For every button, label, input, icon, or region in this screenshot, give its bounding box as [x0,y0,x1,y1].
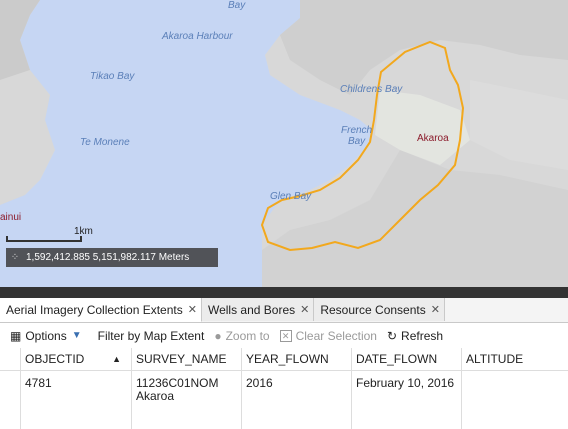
table-row[interactable]: 4781 11236C01NOM Akaroa 2016 February 10… [0,371,568,429]
row-selector-header [0,348,20,370]
attribute-tabs: Aerial Imagery Collection Extents ✕ Well… [0,298,568,323]
refresh-icon: ↻ [386,328,398,343]
options-label: Options [25,328,67,343]
close-icon[interactable]: ✕ [300,303,309,316]
map-label-tikao-bay: Tikao Bay [90,71,135,82]
tab-label: Resource Consents [320,302,426,317]
location-pin-icon: ● [214,328,222,343]
options-menu-button[interactable]: ▦ Options ▼ [10,329,82,343]
cell-survey-name: 11236C01NOM Akaroa [131,371,241,429]
cell-altitude [461,371,568,429]
zoom-to-button[interactable]: ● Zoom to [214,329,269,343]
close-icon[interactable]: ✕ [188,303,197,316]
tab-aerial-imagery[interactable]: Aerial Imagery Collection Extents ✕ [0,298,202,322]
map-label-akaroa-town: Akaroa [417,133,449,144]
tab-resource-consents[interactable]: Resource Consents ✕ [314,298,445,321]
column-header-altitude[interactable]: ALTITUDE [461,348,568,370]
refresh-button[interactable]: ↻ Refresh [387,329,443,343]
column-header-objectid[interactable]: OBJECTID ▲ [20,348,131,370]
map-label-bay: Bay [228,0,246,11]
map-label-wainui: ainui [0,212,22,223]
coordinate-readout: ⁘ 1,592,412.885 5,151,982.117 Meters [6,248,218,267]
cell-year-flown: 2016 [241,371,351,429]
clear-icon: ✕ [279,329,292,342]
filter-label: Filter by Map Extent [97,328,205,343]
tab-label: Wells and Bores [207,302,296,317]
cell-objectid: 4781 [20,371,131,429]
refresh-label: Refresh [401,328,444,343]
map-label-french-bay: French Bay [341,125,373,147]
clear-label: Clear Selection [295,328,377,343]
map-label-glen-bay: Glen Bay [270,191,312,202]
row-selector[interactable] [0,371,20,429]
scale-bar: 1km [6,226,93,244]
zoom-label: Zoom to [225,328,270,343]
map-view[interactable]: Bay Akaroa Harbour Tikao Bay Te Monene C… [0,0,568,287]
tab-label: Aerial Imagery Collection Extents [6,302,183,317]
chevron-down-icon: ▼ [71,330,82,341]
survey-name-line-2: Akaroa [136,389,175,403]
cell-date-flown: February 10, 2016 [351,371,461,429]
sort-ascending-icon: ▲ [112,354,121,364]
table-header: OBJECTID ▲ SURVEY_NAME YEAR_FLOWN DATE_F… [0,348,568,371]
tab-wells-and-bores[interactable]: Wells and Bores ✕ [201,298,315,321]
column-header-year-flown[interactable]: YEAR_FLOWN [241,348,351,370]
crosshair-icon[interactable]: ⁘ [6,248,24,267]
scale-bar-label: 1km [74,226,93,237]
column-header-date-flown[interactable]: DATE_FLOWN [351,348,461,370]
map-label-childrens-bay: Childrens Bay [340,84,403,95]
map-label-te-monene: Te Monene [80,137,130,148]
panel-splitter[interactable] [0,287,568,298]
coordinate-value: 1,592,412.885 5,151,982.117 Meters [26,252,190,263]
attribute-table: OBJECTID ▲ SURVEY_NAME YEAR_FLOWN DATE_F… [0,348,568,429]
column-label: OBJECTID [25,352,85,366]
clear-selection-button[interactable]: ✕ Clear Selection [279,328,377,343]
column-header-survey-name[interactable]: SURVEY_NAME [131,348,241,370]
filter-by-map-extent-button[interactable]: Filter by Map Extent [98,329,205,343]
close-icon[interactable]: ✕ [431,303,440,316]
map-label-akaroa-harbour: Akaroa Harbour [162,31,233,42]
grid-icon: ▦ [10,328,22,343]
table-toolbar: ▦ Options ▼ Filter by Map Extent ● Zoom … [0,323,568,348]
